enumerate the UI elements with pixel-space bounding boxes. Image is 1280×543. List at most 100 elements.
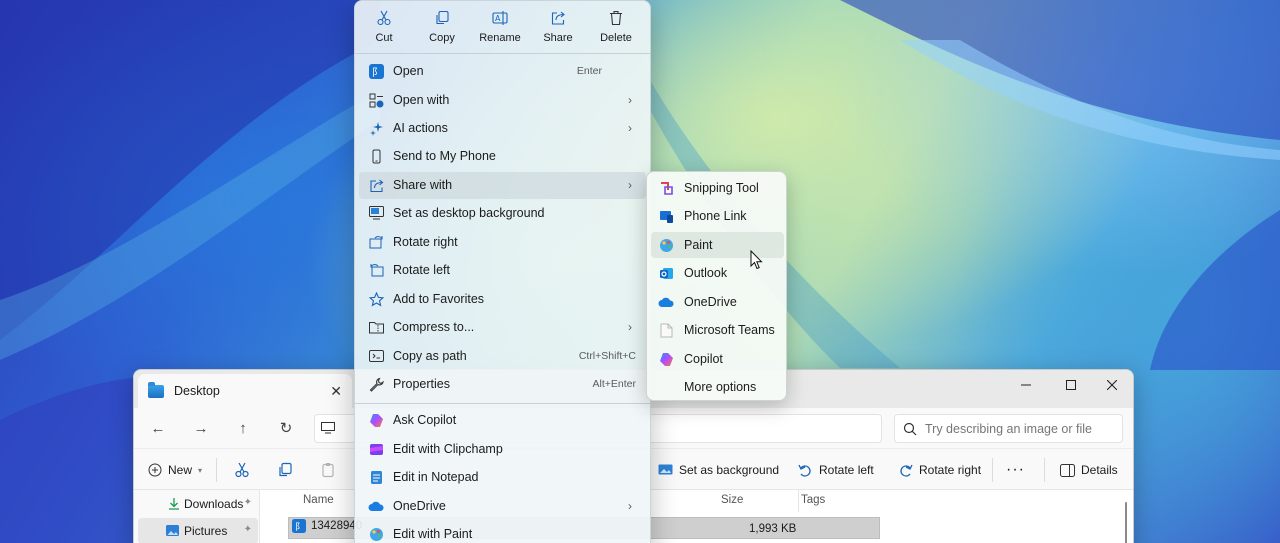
menu-item-open-with[interactable]: Open with › bbox=[359, 87, 646, 114]
copy-toolbar-button[interactable] bbox=[277, 459, 293, 481]
more-button[interactable]: ··· bbox=[1006, 459, 1025, 481]
cut-button[interactable]: Cut bbox=[355, 10, 413, 50]
menu-item-properties[interactable]: Properties Alt+Enter bbox=[359, 371, 646, 398]
rename-button[interactable]: A Rename bbox=[471, 10, 529, 50]
copy-label: Copy bbox=[429, 32, 455, 44]
menu-item-add-to-favorites[interactable]: Add to Favorites bbox=[359, 286, 646, 313]
menu-item-edit-with-paint[interactable]: Edit with Paint bbox=[359, 521, 646, 543]
paint-icon bbox=[368, 526, 384, 542]
onedrive-icon bbox=[368, 498, 384, 514]
search-box[interactable] bbox=[894, 414, 1123, 443]
menu-item-ai-actions[interactable]: AI actions › bbox=[359, 115, 646, 142]
column-tags[interactable]: Tags bbox=[801, 494, 825, 506]
menu-item-share-with[interactable]: Share with › bbox=[359, 172, 646, 199]
search-input[interactable] bbox=[925, 421, 1115, 436]
menu-item-label: Edit in Notepad bbox=[393, 470, 479, 484]
cut-toolbar-button[interactable] bbox=[234, 459, 250, 481]
menu-item-rotate-right[interactable]: Rotate right bbox=[359, 229, 646, 256]
delete-button[interactable]: Delete bbox=[587, 10, 645, 50]
this-pc-button[interactable] bbox=[314, 416, 342, 440]
menu-item-send-to-phone[interactable]: Send to My Phone bbox=[359, 143, 646, 170]
menu-item-edit-in-notepad[interactable]: Edit in Notepad bbox=[359, 464, 646, 491]
submenu-item-phone-link[interactable]: Phone Link bbox=[651, 203, 784, 229]
forward-button[interactable]: → bbox=[187, 416, 215, 440]
pin-icon[interactable]: ✦ bbox=[244, 497, 252, 508]
menu-item-edit-with-clipchamp[interactable]: Edit with Clipchamp bbox=[359, 436, 646, 463]
rotate-right-button[interactable]: Rotate right bbox=[898, 459, 981, 481]
menu-item-label: OneDrive bbox=[393, 499, 446, 513]
column-name[interactable]: Name bbox=[303, 494, 334, 506]
delete-label: Delete bbox=[600, 32, 632, 44]
mouse-pointer-icon bbox=[750, 250, 763, 270]
menu-item-label: Edit with Clipchamp bbox=[393, 442, 503, 456]
menu-item-label: Properties bbox=[393, 377, 450, 391]
menu-separator bbox=[355, 403, 650, 404]
menu-item-ask-copilot[interactable]: Ask Copilot bbox=[359, 407, 646, 434]
teams-file-icon bbox=[658, 322, 674, 338]
sidebar-item-pictures[interactable]: Pictures ✦ bbox=[138, 518, 258, 543]
maximize-button[interactable] bbox=[1051, 374, 1091, 396]
submenu-item-onedrive[interactable]: OneDrive bbox=[651, 289, 784, 315]
close-window-button[interactable] bbox=[1092, 374, 1132, 396]
notepad-icon bbox=[368, 469, 384, 485]
chevron-right-icon: › bbox=[628, 178, 632, 192]
share-button[interactable]: Share bbox=[529, 10, 587, 50]
shortcut-label: Enter bbox=[576, 65, 602, 77]
submenu-item-microsoft-teams[interactable]: Microsoft Teams bbox=[651, 317, 784, 343]
copy-button[interactable]: Copy bbox=[413, 10, 471, 50]
tab-desktop[interactable]: Desktop ✕ bbox=[138, 374, 352, 408]
arrow-up-icon: ↑ bbox=[239, 419, 247, 437]
scrollbar[interactable] bbox=[1125, 502, 1127, 543]
set-as-background-button[interactable]: Set as background bbox=[658, 459, 779, 481]
navigation-pane: Downloads ✦ Pictures ✦ bbox=[134, 490, 260, 543]
sidebar-item-label: Downloads bbox=[184, 497, 244, 511]
copilot-icon bbox=[368, 412, 384, 428]
submenu-item-outlook[interactable]: Outlook bbox=[651, 260, 784, 286]
new-label: New bbox=[168, 463, 193, 477]
menu-item-label: Open with bbox=[393, 93, 450, 107]
submenu-item-paint[interactable]: Paint bbox=[651, 232, 784, 258]
zip-folder-icon bbox=[368, 319, 384, 335]
snipping-tool-icon bbox=[658, 180, 674, 196]
column-size[interactable]: Size bbox=[721, 494, 743, 506]
maximize-icon bbox=[1066, 380, 1076, 390]
menu-item-label: Rotate left bbox=[393, 263, 450, 277]
menu-item-compress-to[interactable]: Compress to... › bbox=[359, 314, 646, 341]
minimize-button[interactable] bbox=[1006, 374, 1046, 396]
up-button[interactable]: ↑ bbox=[229, 416, 257, 440]
arrow-right-icon: → bbox=[193, 419, 209, 437]
details-label: Details bbox=[1081, 463, 1118, 477]
submenu-item-more-options[interactable]: More options bbox=[651, 374, 784, 400]
file-name-cell[interactable]: 阝 13428940 bbox=[292, 519, 362, 533]
menu-item-rotate-left[interactable]: Rotate left bbox=[359, 257, 646, 284]
close-tab-icon[interactable]: ✕ bbox=[330, 383, 342, 400]
back-button[interactable]: ← bbox=[144, 416, 172, 440]
pictures-icon bbox=[166, 525, 179, 536]
share-with-icon bbox=[368, 177, 384, 193]
sidebar-item-downloads[interactable]: Downloads ✦ bbox=[138, 491, 258, 517]
menu-item-open[interactable]: 阝 Open Enter bbox=[359, 58, 646, 85]
menu-item-label: Edit with Paint bbox=[393, 527, 473, 541]
paste-toolbar-button[interactable] bbox=[320, 459, 336, 481]
rotate-left-label: Rotate left bbox=[819, 463, 874, 477]
details-button[interactable]: Details bbox=[1060, 459, 1118, 481]
pin-icon[interactable]: ✦ bbox=[244, 524, 252, 535]
menu-item-onedrive[interactable]: OneDrive › bbox=[359, 493, 646, 520]
file-size: 1,993 KB bbox=[749, 523, 797, 535]
menu-item-label: Copy as path bbox=[393, 349, 467, 363]
refresh-icon: ↻ bbox=[279, 420, 293, 437]
menu-item-copy-as-path[interactable]: Copy as path Ctrl+Shift+C bbox=[359, 343, 646, 370]
new-button[interactable]: New ▾ bbox=[148, 459, 202, 481]
set-as-background-label: Set as background bbox=[679, 463, 780, 477]
refresh-button[interactable]: ↻ bbox=[272, 416, 300, 440]
submenu-item-label: Microsoft Teams bbox=[684, 323, 775, 337]
folder-icon bbox=[148, 381, 164, 398]
menu-item-set-desktop-background[interactable]: Set as desktop background bbox=[359, 200, 646, 227]
arrow-left-icon: ← bbox=[150, 419, 166, 437]
phone-icon bbox=[368, 148, 384, 164]
rotate-left-button[interactable]: Rotate left bbox=[798, 459, 874, 481]
star-icon bbox=[368, 291, 384, 307]
submenu-item-copilot[interactable]: Copilot bbox=[651, 346, 784, 372]
submenu-item-snipping-tool[interactable]: Snipping Tool bbox=[651, 175, 784, 201]
details-pane-icon bbox=[1060, 463, 1075, 477]
